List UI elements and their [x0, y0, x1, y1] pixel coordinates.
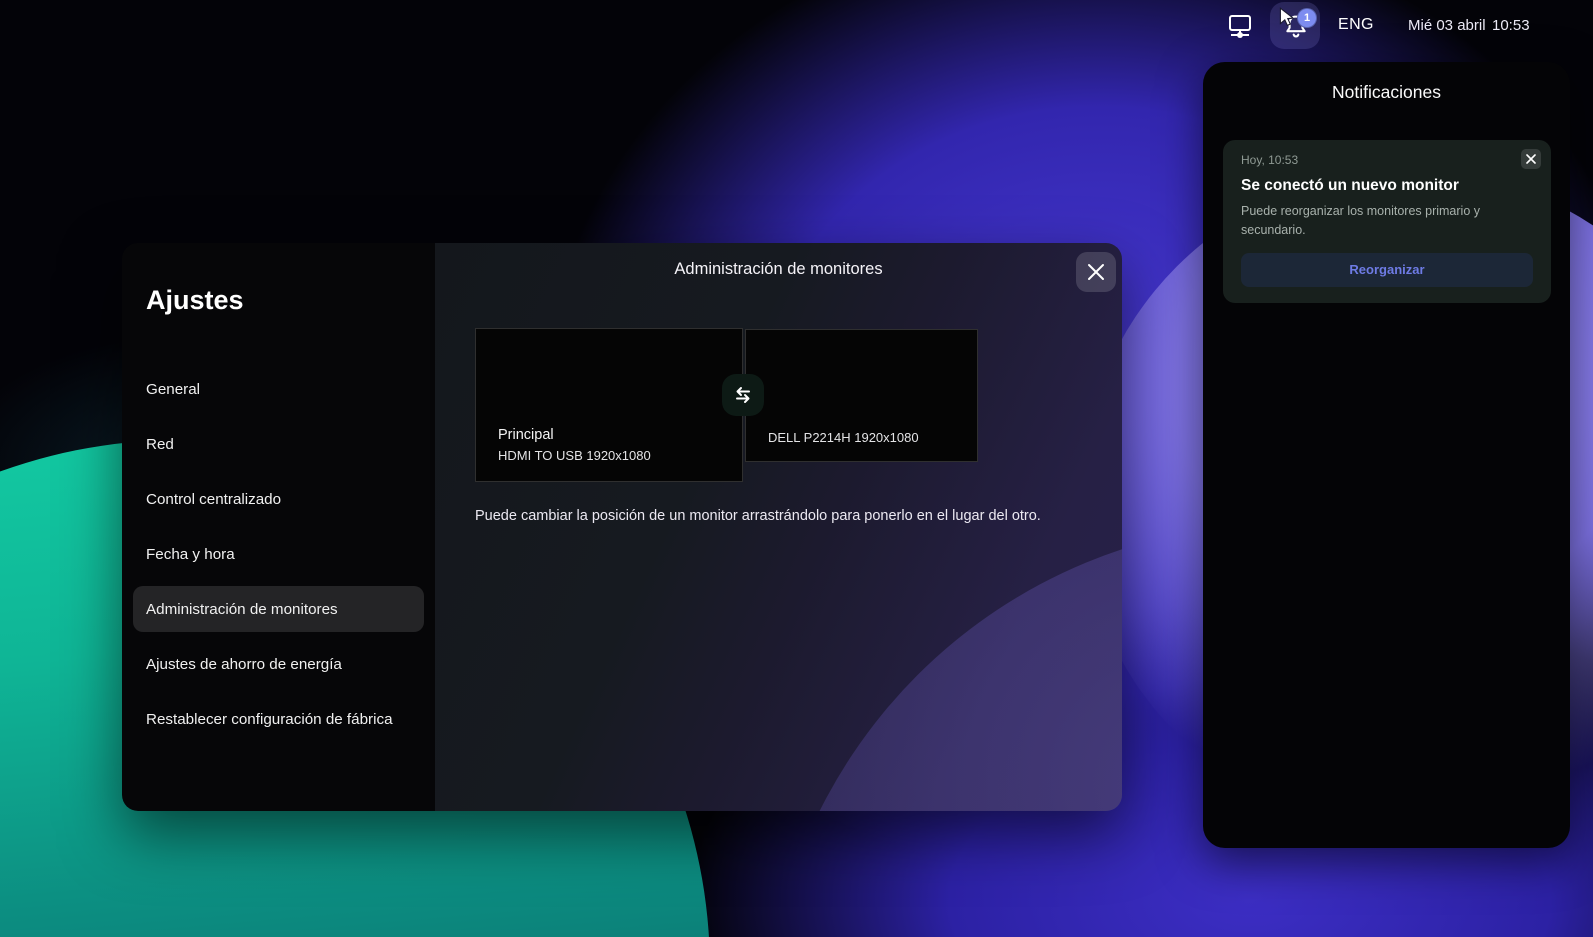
monitor-secondary-detail: DELL P2214H 1920x1080	[768, 430, 919, 445]
dialog-title: Administración de monitores	[435, 260, 1122, 279]
reorganize-button[interactable]: Reorganizar	[1241, 253, 1533, 287]
notification-close-button[interactable]	[1521, 149, 1541, 169]
monitor-primary[interactable]: Principal HDMI TO USB 1920x1080	[475, 328, 743, 482]
close-icon	[1087, 263, 1105, 281]
notification-timestamp: Hoy, 10:53	[1241, 153, 1533, 167]
content-background-disc	[765, 523, 1122, 811]
monitor-secondary-label: DELL P2214H 1920x1080	[768, 430, 919, 445]
monitor-secondary[interactable]: DELL P2214H 1920x1080	[745, 329, 978, 462]
language-selector[interactable]: ENG	[1338, 16, 1374, 34]
date-label: Mié 03 abril	[1408, 17, 1486, 34]
notification-count-badge: 1	[1297, 8, 1317, 28]
monitor-primary-label: Principal HDMI TO USB 1920x1080	[498, 427, 651, 463]
notifications-panel: Notificaciones Hoy, 10:53 Se conectó un …	[1203, 62, 1570, 848]
sidebar-item-general[interactable]: General	[133, 366, 424, 412]
drag-hint-text: Puede cambiar la posición de un monitor …	[475, 506, 1065, 526]
notification-body: Puede reorganizar los monitores primario…	[1241, 202, 1533, 240]
notifications-panel-title: Notificaciones	[1203, 82, 1570, 103]
notification-card: Hoy, 10:53 Se conectó un nuevo monitor P…	[1223, 140, 1551, 303]
sidebar-item-fecha-y-hora[interactable]: Fecha y hora	[133, 531, 424, 577]
time-label: 10:53	[1492, 17, 1530, 34]
display-icon[interactable]	[1226, 12, 1254, 40]
sidebar-item-ahorro-de-energia[interactable]: Ajustes de ahorro de energía	[133, 641, 424, 687]
settings-title: Ajustes	[146, 285, 244, 316]
sidebar-item-red[interactable]: Red	[133, 421, 424, 467]
swap-monitors-button[interactable]	[722, 374, 764, 416]
notification-title: Se conectó un nuevo monitor	[1241, 177, 1533, 195]
swap-arrows-icon	[732, 384, 754, 406]
sidebar-item-administracion-de-monitores[interactable]: Administración de monitores	[133, 586, 424, 632]
monitor-primary-name: Principal	[498, 427, 651, 443]
dialog-close-button[interactable]	[1076, 252, 1116, 292]
monitor-arrangement: Principal HDMI TO USB 1920x1080 DELL P22…	[475, 328, 1082, 488]
monitor-management-content: Administración de monitores Principal HD…	[435, 243, 1122, 811]
monitor-primary-detail: HDMI TO USB 1920x1080	[498, 448, 651, 463]
settings-sidebar: Ajustes General Red Control centralizado…	[122, 243, 435, 811]
sidebar-item-control-centralizado[interactable]: Control centralizado	[133, 476, 424, 522]
notifications-button[interactable]: 1	[1270, 2, 1320, 49]
close-icon	[1526, 154, 1536, 164]
sidebar-item-restablecer-fabrica[interactable]: Restablecer configuración de fábrica	[133, 696, 424, 742]
display-icon-glyph	[1226, 12, 1254, 40]
settings-dialog: Ajustes General Red Control centralizado…	[122, 243, 1122, 811]
mouse-cursor-icon	[1276, 6, 1298, 28]
topbar: 1 ENG Mié 03 abril 10:53	[0, 0, 1593, 52]
